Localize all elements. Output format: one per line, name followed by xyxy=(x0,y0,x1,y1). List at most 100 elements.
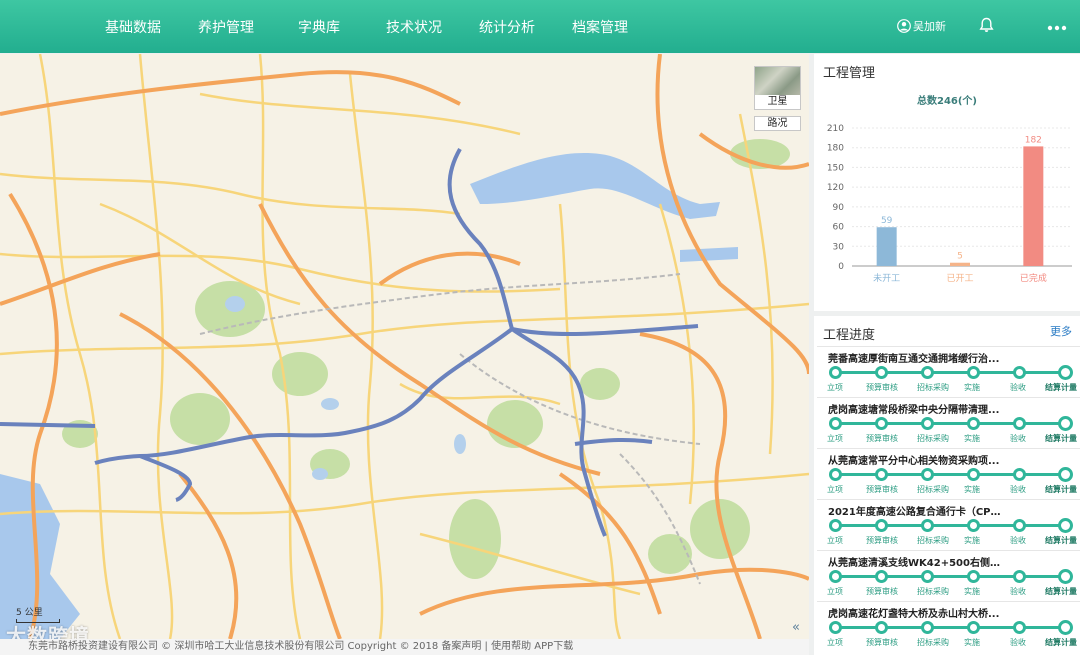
stage-label: 结算计量 xyxy=(1045,383,1077,392)
stage-node xyxy=(829,468,842,481)
y-tick-label: 210 xyxy=(827,124,844,134)
project-item[interactable]: 从莞高速常平分中心相关物资采购项... 立项 预算审核 招标采购 实施 验收 结算计量 xyxy=(817,448,1080,496)
more-link[interactable]: 更多 xyxy=(1050,323,1072,339)
nav-technical-status[interactable]: 技术状况 xyxy=(386,17,442,37)
stage-label: 结算计量 xyxy=(1045,638,1077,647)
x-category-label: 已开工 xyxy=(946,273,973,284)
stage-node xyxy=(921,570,934,583)
stage-label: 结算计量 xyxy=(1045,536,1077,545)
bell-icon[interactable] xyxy=(979,17,994,33)
stage-label: 验收 xyxy=(1010,536,1026,545)
stage-node xyxy=(921,366,934,379)
top-navbar: 基础数据 养护管理 字典库 技术状况 统计分析 档案管理 吴加新 xyxy=(0,0,1080,53)
project-name: 从莞高速常平分中心相关物资采购项... xyxy=(828,456,1000,467)
stage-node xyxy=(921,621,934,634)
user-icon xyxy=(897,19,911,33)
user-menu[interactable]: 吴加新 xyxy=(897,18,946,34)
stage-label: 预算审核 xyxy=(866,587,898,596)
stage-label: 招标采购 xyxy=(917,485,949,494)
user-name: 吴加新 xyxy=(913,20,946,33)
stage-node xyxy=(967,468,980,481)
stage-node xyxy=(875,621,888,634)
nav-archives[interactable]: 档案管理 xyxy=(572,17,628,37)
x-category-label: 未开工 xyxy=(873,272,900,284)
stage-label: 实施 xyxy=(964,587,980,596)
stage-label: 立项 xyxy=(827,587,843,596)
nav-statistics[interactable]: 统计分析 xyxy=(479,17,535,37)
map-view[interactable]: 卫星 路况 5 公里 大数跨境 « xyxy=(0,54,809,639)
bar-value-label: 59 xyxy=(881,216,893,226)
more-icon[interactable] xyxy=(1047,19,1067,33)
project-name: 莞番高速厚街南互通交通拥堵缓行治... xyxy=(828,354,1000,365)
nav-basic-data[interactable]: 基础数据 xyxy=(105,17,161,37)
progress-track xyxy=(835,524,1065,527)
stage-label: 预算审核 xyxy=(866,383,898,392)
chart-bar xyxy=(1023,146,1044,266)
stage-label: 实施 xyxy=(964,536,980,545)
stage-node xyxy=(829,417,842,430)
stage-node xyxy=(1058,416,1073,431)
project-item[interactable]: 从莞高速清溪支线WK42+500右侧二... 立项 预算审核 招标采购 实施 验收 结算计量 xyxy=(817,550,1080,598)
stage-node xyxy=(875,468,888,481)
y-tick-label: 150 xyxy=(827,163,844,173)
stage-node xyxy=(829,621,842,634)
stage-node xyxy=(921,468,934,481)
nav-maintenance[interactable]: 养护管理 xyxy=(198,17,254,37)
stage-label: 结算计量 xyxy=(1045,587,1077,596)
project-name: 虎岗高速花灯盏特大桥及赤山村大桥... xyxy=(828,609,1000,620)
stage-label: 立项 xyxy=(827,485,843,494)
stage-node xyxy=(1013,468,1026,481)
stage-node xyxy=(829,570,842,583)
map-canvas[interactable] xyxy=(0,54,809,639)
stage-node xyxy=(875,366,888,379)
stage-node xyxy=(1013,417,1026,430)
stage-node xyxy=(1013,366,1026,379)
stage-node xyxy=(1013,519,1026,532)
stage-label: 验收 xyxy=(1010,485,1026,494)
progress-track xyxy=(835,422,1065,425)
stage-node xyxy=(967,621,980,634)
stage-label: 实施 xyxy=(964,638,980,647)
y-tick-label: 120 xyxy=(827,183,844,193)
nav-dictionary[interactable]: 字典库 xyxy=(298,17,340,37)
stage-node xyxy=(967,366,980,379)
y-tick-label: 30 xyxy=(833,242,845,252)
chart-bar xyxy=(876,227,897,266)
stage-node xyxy=(829,366,842,379)
project-progress-panel: 工程进度 更多 莞番高速厚街南互通交通拥堵缓行治... 立项 预算审核 招标采购 实施验… xyxy=(814,316,1080,655)
project-status-chart: 0 30 60 90 120 150 180 210 59 未开工 5 已开工 182 已完成 xyxy=(827,124,1072,284)
project-name: 虎岗高速塘常段桥梁中央分隔带清理... xyxy=(828,405,1000,416)
y-tick-label: 180 xyxy=(827,144,844,154)
satellite-toggle[interactable]: 卫星 xyxy=(754,66,801,110)
stage-node xyxy=(1058,365,1073,380)
y-tick-label: 60 xyxy=(833,223,845,233)
stage-label: 验收 xyxy=(1010,638,1026,647)
stage-label: 实施 xyxy=(964,485,980,494)
stage-node xyxy=(875,570,888,583)
progress-track xyxy=(835,371,1065,374)
progress-track xyxy=(835,473,1065,476)
stage-node xyxy=(1013,570,1026,583)
bar-value-label: 5 xyxy=(957,252,963,262)
project-name: 2021年度高速公路复合通行卡（CPC... xyxy=(828,507,1003,518)
traffic-toggle[interactable]: 路况 xyxy=(754,116,801,131)
collapse-icon[interactable]: « xyxy=(792,620,800,635)
stage-node xyxy=(967,519,980,532)
stage-node xyxy=(829,519,842,532)
project-name: 从莞高速清溪支线WK42+500右侧二... xyxy=(828,558,1003,569)
stage-node xyxy=(921,417,934,430)
stage-label: 验收 xyxy=(1010,434,1026,443)
project-item[interactable]: 2021年度高速公路复合通行卡（CPC... 立项 预算审核 招标采购 实施 验收 结算计量 xyxy=(817,499,1080,547)
stage-label: 预算审核 xyxy=(866,638,898,647)
stage-label: 招标采购 xyxy=(917,638,949,647)
stage-label: 立项 xyxy=(827,383,843,392)
stage-label: 验收 xyxy=(1010,587,1026,596)
project-item[interactable]: 莞番高速厚街南互通交通拥堵缓行治... 立项 预算审核 招标采购 实施 验收 结算计量 xyxy=(817,346,1080,394)
progress-track xyxy=(835,575,1065,578)
project-item[interactable]: 虎岗高速花灯盏特大桥及赤山村大桥... 立项 预算审核 招标采购 实施 验收 结算计量 xyxy=(817,601,1080,649)
project-item[interactable]: 虎岗高速塘常段桥梁中央分隔带清理... 立项 预算审核 招标采购 实施 验收 结算计量 xyxy=(817,397,1080,445)
project-progress-title: 工程进度 xyxy=(823,328,876,343)
stage-node xyxy=(1013,621,1026,634)
stage-label: 预算审核 xyxy=(866,485,898,494)
y-tick-label: 0 xyxy=(838,262,844,272)
